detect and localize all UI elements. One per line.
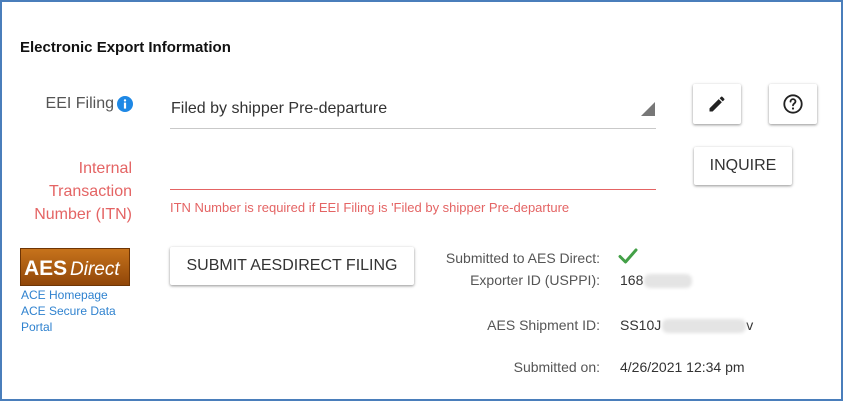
info-icon[interactable] — [117, 96, 133, 112]
itn-label: Internal Transaction Number (ITN) — [34, 160, 132, 223]
check-icon — [618, 248, 638, 264]
redacted-block — [662, 319, 747, 334]
section-title: Electronic Export Information — [20, 39, 231, 56]
aes-shipment-id-tail: v — [746, 317, 754, 333]
submitted-on-value: 4/26/2021 12:34 pm — [620, 359, 745, 375]
aes-shipment-id-text: SS10J — [620, 317, 662, 333]
help-button[interactable] — [769, 84, 817, 124]
eei-filing-label: EEI Filing — [45, 95, 114, 112]
help-circle-icon — [783, 94, 803, 114]
submitted-on-label: Submitted on: — [513, 359, 600, 375]
itn-input[interactable] — [170, 152, 656, 190]
dropdown-arrow-icon — [641, 102, 655, 116]
exporter-id-label: Exporter ID (USPPI): — [470, 272, 600, 288]
pencil-icon — [709, 96, 725, 112]
edit-button[interactable] — [693, 84, 741, 124]
redacted-block — [644, 274, 693, 289]
eei-filing-select[interactable]: Filed by shipper Pre-departure — [170, 90, 656, 129]
exporter-id-text: 168 — [620, 272, 644, 288]
submitted-to-aes-label: Submitted to AES Direct: — [445, 250, 600, 266]
ace-homepage-link[interactable]: ACE Homepage — [21, 287, 108, 303]
aes-shipment-id-value: SS10J v — [620, 317, 754, 334]
aes-shipment-id-label: AES Shipment ID: — [487, 317, 600, 333]
itn-error-message: ITN Number is required if EEI Filing is … — [170, 200, 570, 215]
eei-filing-selected-value: Filed by shipper Pre-departure — [171, 100, 388, 117]
exporter-id-value: 168 — [620, 272, 693, 289]
inquire-button[interactable]: INQUIRE — [694, 147, 792, 185]
